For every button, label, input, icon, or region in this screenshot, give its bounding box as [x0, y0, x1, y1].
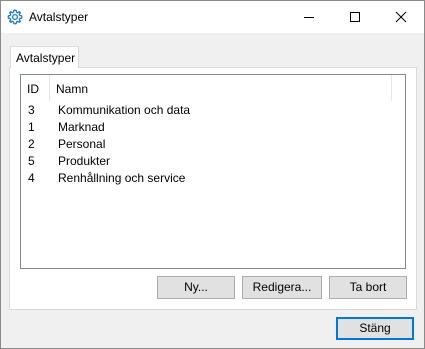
title-bar[interactable]: Avtalstyper: [1, 1, 424, 33]
item-name: Personal: [58, 137, 106, 151]
list-item[interactable]: 2 Personal: [21, 136, 405, 153]
item-id: 3: [28, 103, 35, 117]
dialog-window: Avtalstyper Avtalstyper ID Namn 3 Kommun…: [0, 0, 425, 349]
item-name: Kommunikation och data: [58, 103, 191, 117]
list-item[interactable]: 5 Produkter: [21, 153, 405, 170]
close-icon: [395, 11, 407, 23]
column-header-label: ID: [27, 82, 39, 96]
edit-button[interactable]: Redigera...: [242, 276, 322, 299]
list-item[interactable]: 1 Marknad: [21, 119, 405, 136]
maximize-icon: [350, 12, 360, 22]
list-item[interactable]: 3 Kommunikation och data: [21, 102, 405, 119]
item-name: Marknad: [58, 120, 105, 134]
column-header-label: Namn: [56, 82, 89, 96]
new-button[interactable]: Ny...: [157, 276, 235, 299]
list-rows: 3 Kommunikation och data 1 Marknad 2 Per…: [21, 102, 405, 187]
tab-label: Avtalstyper: [16, 51, 76, 65]
list-item[interactable]: 4 Renhållning och service: [21, 170, 405, 187]
item-id: 2: [28, 137, 35, 151]
column-header-id[interactable]: ID: [21, 75, 50, 101]
minimize-button[interactable]: [286, 1, 332, 33]
item-id: 1: [28, 120, 35, 134]
item-name: Produkter: [58, 154, 111, 168]
maximize-button[interactable]: [332, 1, 378, 33]
window-title: Avtalstyper: [29, 10, 89, 24]
gear-icon: [7, 9, 23, 25]
item-id: 5: [28, 154, 35, 168]
list-header: ID Namn: [21, 75, 405, 101]
agreement-type-list[interactable]: ID Namn 3 Kommunikation och data 1 Markn…: [20, 74, 406, 269]
close-window-button[interactable]: [378, 1, 424, 33]
column-header-name[interactable]: Namn: [50, 75, 392, 101]
tab-avtalstyper[interactable]: Avtalstyper: [10, 46, 79, 68]
minimize-icon: [304, 17, 314, 18]
item-id: 4: [28, 171, 35, 185]
item-name: Renhållning och service: [58, 171, 186, 185]
tab-panel: ID Namn 3 Kommunikation och data 1 Markn…: [9, 67, 417, 310]
delete-button[interactable]: Ta bort: [329, 276, 407, 299]
close-button[interactable]: Stäng: [336, 317, 414, 340]
